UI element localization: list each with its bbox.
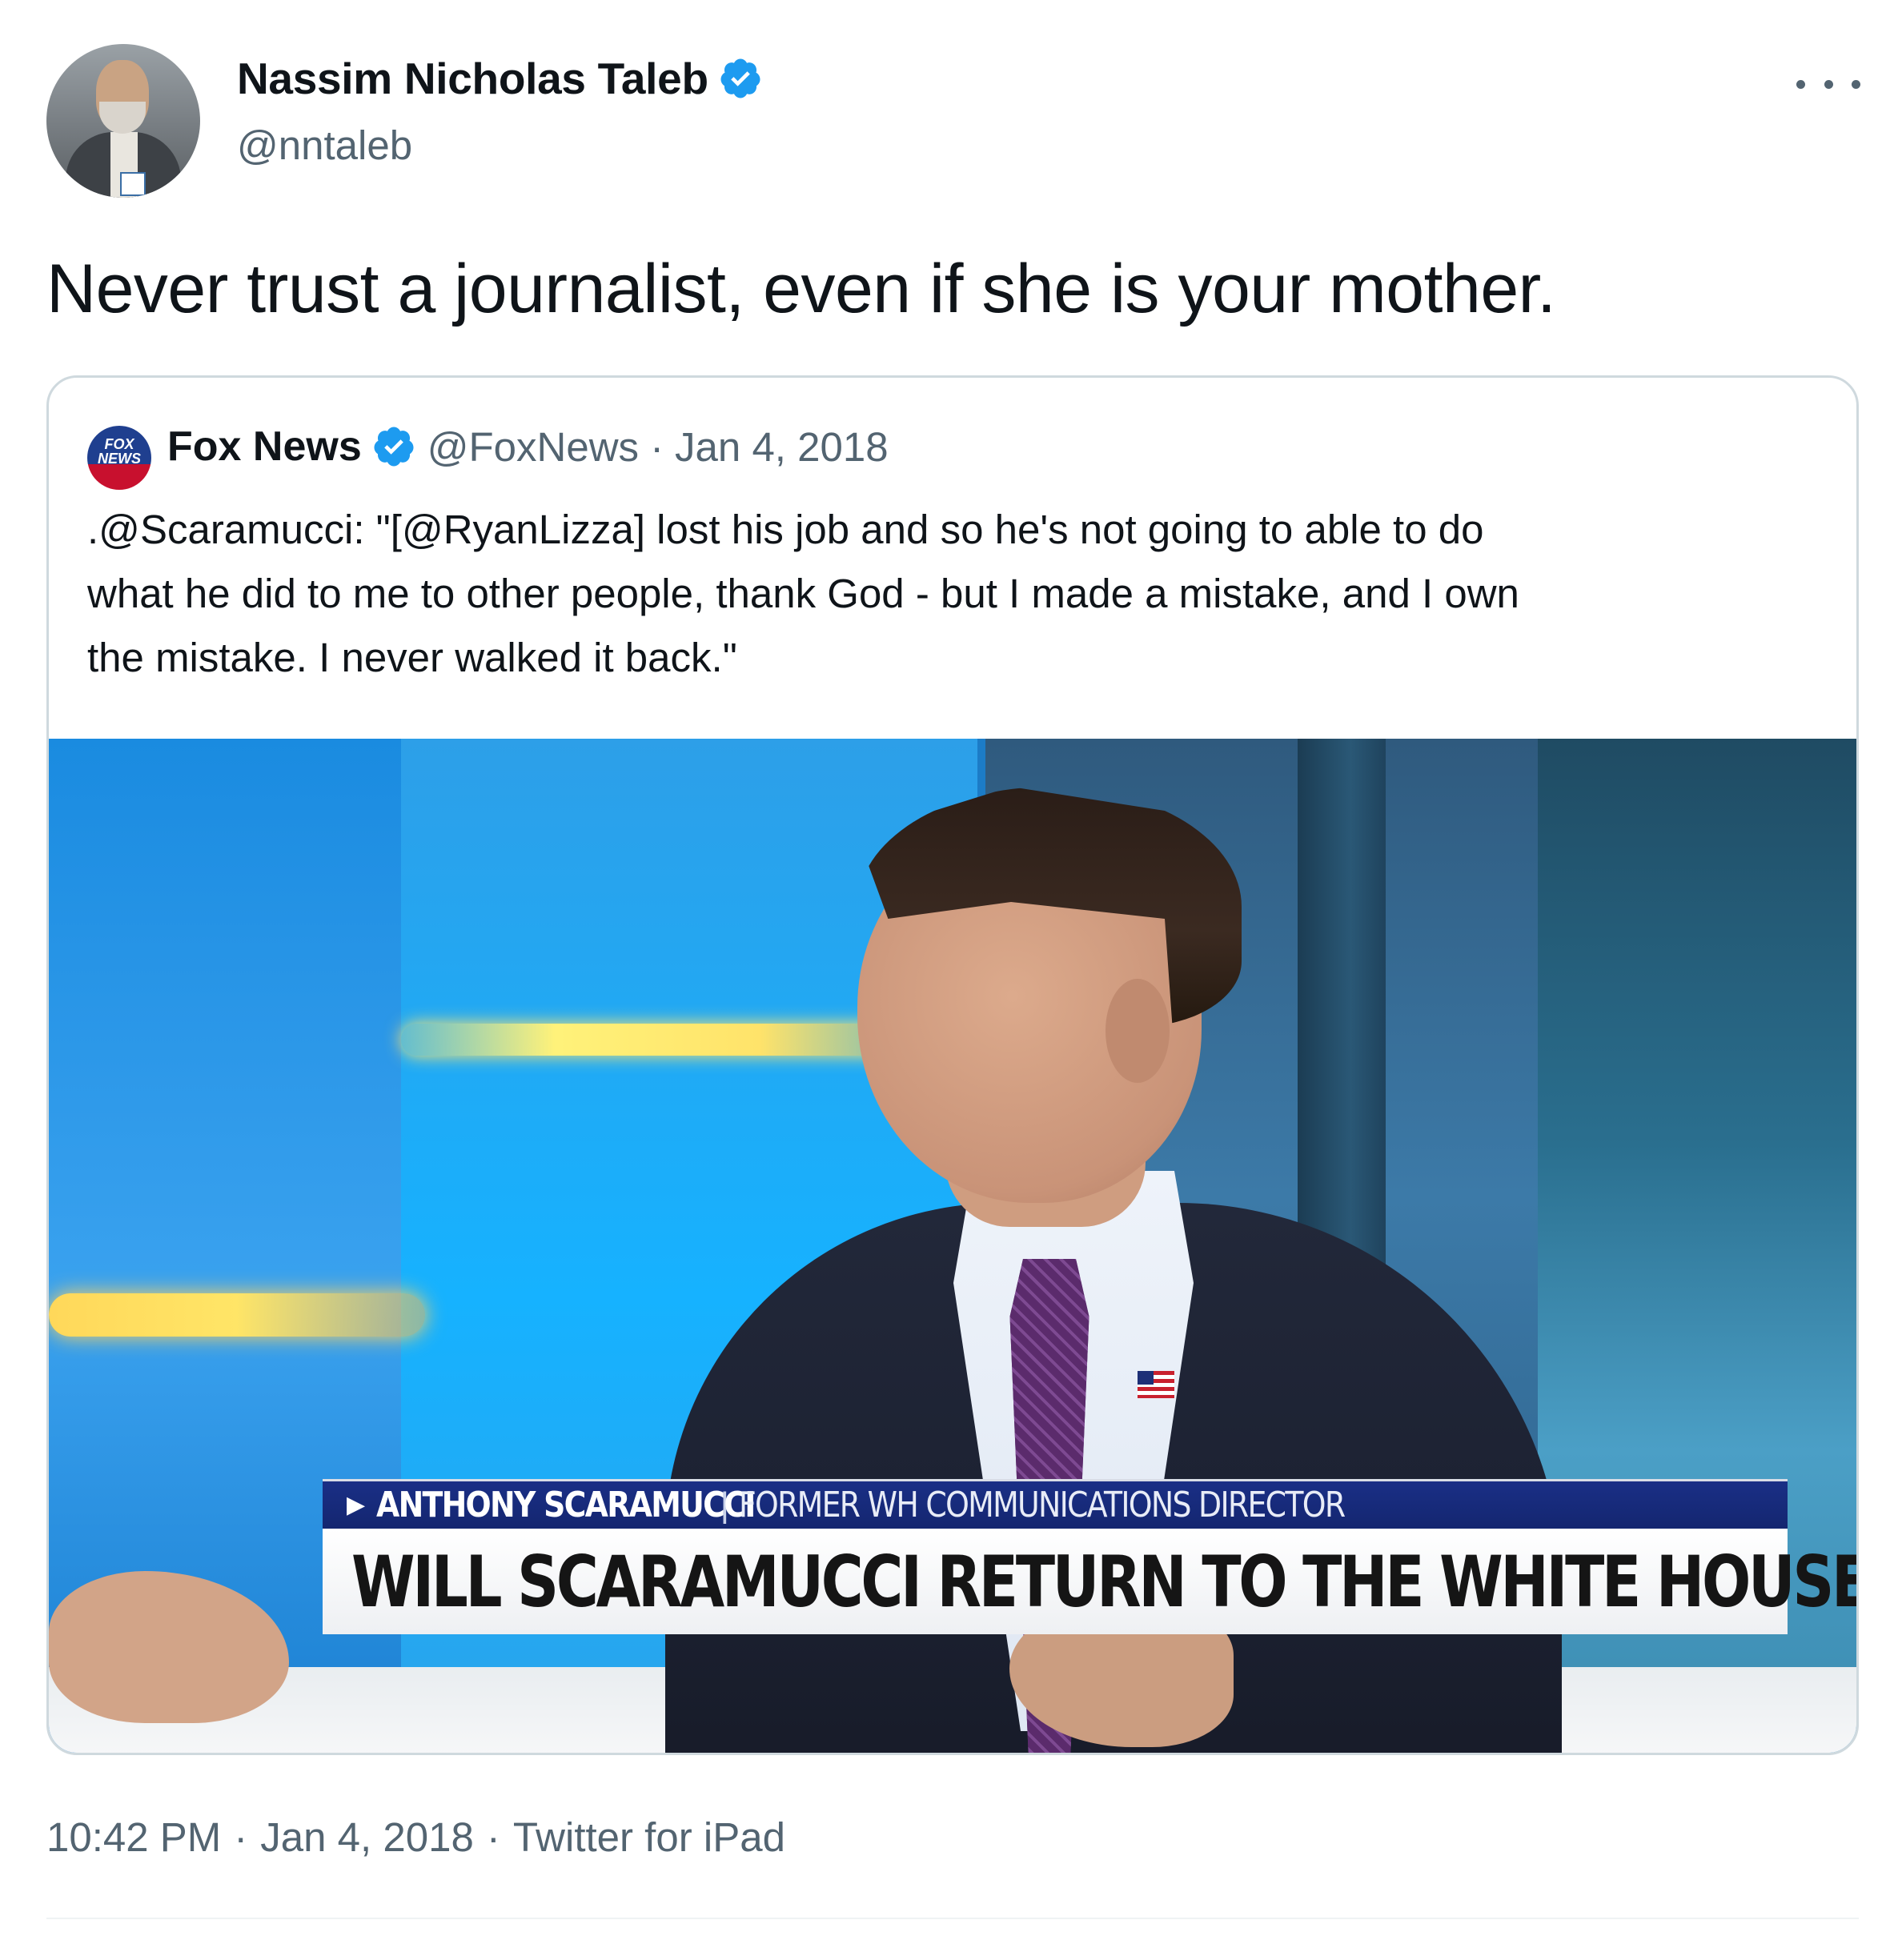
quoted-author-handle[interactable]: @FoxNews [427, 423, 639, 471]
ellipsis-icon [1852, 79, 1860, 89]
author-name[interactable]: Nassim Nicholas Taleb [237, 53, 708, 104]
dot-separator: · [650, 423, 664, 470]
play-arrow-icon: ▶ [347, 1492, 366, 1518]
quoted-date[interactable]: Jan 4, 2018 [675, 423, 889, 471]
tweet-source[interactable]: Twitter for iPad [513, 1814, 785, 1861]
tweet-metadata: 10:42 PM · Jan 4, 2018 · Twitter for iPa… [46, 1814, 785, 1861]
ellipsis-icon [1796, 79, 1805, 89]
studio-light-streak [401, 1024, 913, 1056]
author-handle[interactable]: @nntaleb [237, 122, 412, 169]
quoted-text-line: what he did to me to other people, thank… [87, 571, 1519, 616]
studio-light-streak [49, 1293, 425, 1337]
more-options-button[interactable] [1796, 64, 1860, 104]
lower-third-title: FORMER WH COMMUNICATIONS DIRECTOR [739, 1485, 1346, 1525]
author-name-row[interactable]: Nassim Nicholas Taleb [237, 53, 763, 104]
fox-news-logo-avatar[interactable]: FOX NEWS [87, 426, 151, 490]
quoted-author-row: Fox News @FoxNews · Jan 4, 2018 [167, 423, 889, 471]
tweet-text: Never trust a journalist, even if she is… [46, 251, 1556, 327]
quoted-tweet-text: .@Scaramucci: "[@RyanLizza] lost his job… [87, 498, 1824, 690]
flag-pin-icon [1138, 1371, 1174, 1398]
avatar-beard [99, 102, 146, 134]
quoted-tweet[interactable]: FOX NEWS Fox News @FoxNews · Jan 4, 2018… [46, 375, 1859, 1755]
ellipsis-icon [1824, 79, 1833, 89]
dot-separator: · [234, 1814, 248, 1860]
verified-badge-icon [374, 427, 414, 467]
tweet-time[interactable]: 10:42 PM [46, 1814, 221, 1861]
lower-third-name: ANTHONY SCARAMUCCI [376, 1485, 756, 1525]
tweet-card: Nassim Nicholas Taleb @nntaleb Never tru… [0, 0, 1890, 1960]
lower-third-headline: WILL SCARAMUCCI RETURN TO THE WHITE HOUS… [351, 1540, 1856, 1623]
quoted-text-line: .@Scaramucci: "[@RyanLizza] lost his job… [87, 507, 1484, 552]
quoted-media-image[interactable]: ▶ ANTHONY SCARAMUCCI | FORMER WH COMMUNI… [49, 739, 1856, 1753]
lower-third-headline-bar: WILL SCARAMUCCI RETURN TO THE WHITE HOUS… [323, 1529, 1856, 1634]
lower-third-nameplate: ▶ ANTHONY SCARAMUCCI | FORMER WH COMMUNI… [323, 1479, 1788, 1529]
fox-news-logo-text: FOX NEWS [98, 436, 141, 467]
quoted-text-line: the mistake. I never walked it back." [87, 635, 737, 680]
quoted-author-name[interactable]: Fox News [167, 423, 362, 471]
dot-separator: · [486, 1814, 500, 1860]
avatar-lanyard-badge [120, 172, 146, 196]
divider [46, 1918, 1859, 1919]
author-avatar[interactable] [46, 44, 200, 198]
verified-badge-icon [720, 58, 760, 98]
guest-ear [1106, 979, 1170, 1083]
tweet-date[interactable]: Jan 4, 2018 [260, 1814, 474, 1861]
